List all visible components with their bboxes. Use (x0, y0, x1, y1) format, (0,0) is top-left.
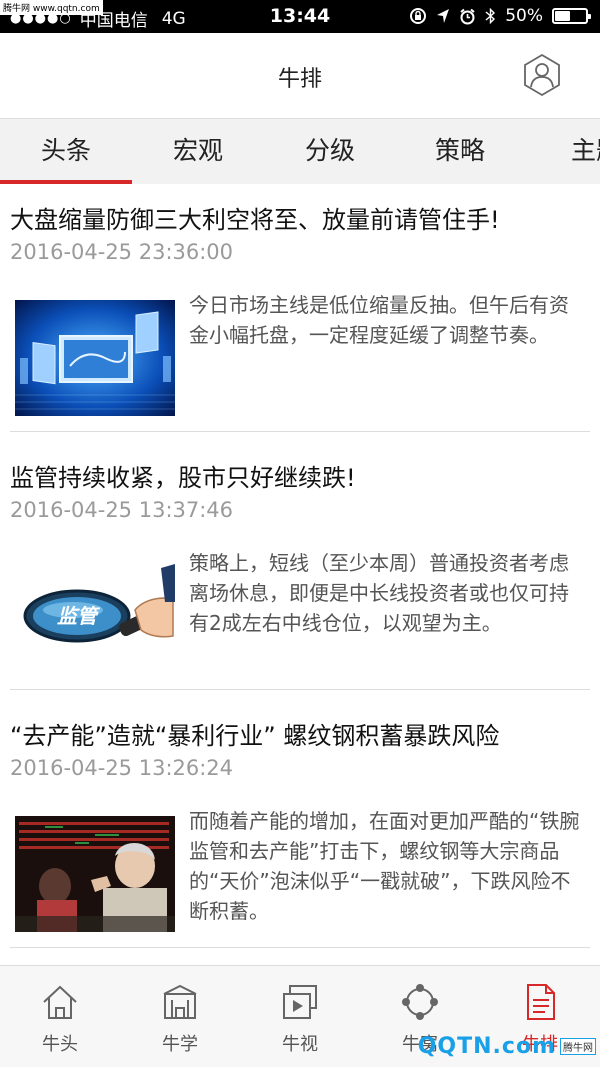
tab-zhuti[interactable]: 主题 (530, 119, 600, 184)
article-date: 2016-04-25 23:36:00 (10, 240, 234, 264)
watermark-top: 腾牛网 www.qqtn.com (0, 0, 103, 15)
article-item[interactable]: 大盘缩量防御三大利空将至、放量前请管住手! 2016-04-25 23:36:0… (0, 200, 600, 430)
tab-celue[interactable]: 策略 (394, 119, 526, 184)
profile-button[interactable] (522, 53, 562, 97)
article-thumbnail[interactable] (15, 300, 175, 416)
article-item[interactable]: “去产能”造就“暴利行业” 螺纹钢积蓄暴跌风险 2016-04-25 13:26… (0, 716, 600, 946)
rotation-lock-icon (410, 8, 427, 24)
article-headline[interactable]: 监管持续收紧，股市只好继续跌! (10, 458, 356, 493)
article-summary: 今日市场主线是低位缩量反抽。但午后有资金小幅托盘，一定程度延缓了调整节奏。 (189, 293, 569, 347)
divider (10, 947, 590, 948)
status-bar: 腾牛网 www.qqtn.com ●●●●○ 中国电信 4G 13:44 50% (0, 0, 600, 33)
thumbnail-text: 监管 (57, 604, 101, 628)
nav-label: 牛视 (282, 1034, 318, 1055)
article-summary: 策略上，短线（至少本周）普通投资者考虑离场休息，即便是中长线投资者或也仅可持有2… (189, 551, 569, 635)
video-play-icon (283, 985, 317, 1019)
divider (10, 431, 590, 432)
nav-label: 牛头 (42, 1034, 78, 1055)
magnifier-supervision-image: 监管 (15, 558, 175, 674)
active-tab-indicator (0, 180, 132, 184)
article-date: 2016-04-25 13:37:46 (10, 498, 234, 522)
watermark-tag: 腾牛网 (560, 1037, 596, 1055)
page-title: 牛排 (277, 67, 322, 92)
article-thumbnail[interactable] (15, 816, 175, 932)
location-icon (437, 9, 450, 23)
monitor-screens-image (15, 300, 175, 416)
watermark-logo-text: QQTN.com (417, 1033, 556, 1059)
bluetooth-icon (485, 7, 496, 25)
divider (10, 689, 590, 690)
alarm-icon (460, 8, 475, 24)
battery-icon (552, 8, 591, 24)
article-headline[interactable]: “去产能”造就“暴利行业” 螺纹钢积蓄暴跌风险 (10, 716, 499, 751)
school-building-icon (163, 984, 197, 1019)
nav-niushi[interactable]: 牛视 (240, 966, 360, 1067)
article-date: 2016-04-25 13:26:24 (10, 756, 234, 780)
stock-investor-photo (15, 816, 175, 932)
tab-toutiao[interactable]: 头条 (0, 119, 132, 184)
nav-niuxue[interactable]: 牛学 (120, 966, 240, 1067)
nav-label: 牛学 (162, 1034, 198, 1055)
community-network-icon (402, 984, 438, 1020)
tab-hongguan[interactable]: 宏观 (132, 119, 264, 184)
article-headline[interactable]: 大盘缩量防御三大利空将至、放量前请管住手! (10, 200, 500, 235)
document-list-icon (527, 984, 555, 1020)
category-tab-bar: 头条 宏观 分级 策略 主题 (0, 118, 600, 184)
article-thumbnail[interactable]: 监管 (15, 558, 175, 674)
home-icon (43, 985, 77, 1019)
battery-percent: 50% (505, 6, 543, 26)
tab-fenji[interactable]: 分级 (264, 119, 396, 184)
article-summary: 而随着产能的增加，在面对更加严酷的“铁腕监管和去产能”打击下，螺纹钢等大宗商品的… (189, 809, 580, 923)
app-header: 牛排 (0, 33, 600, 118)
article-item[interactable]: 监管持续收紧，股市只好继续跌! 2016-04-25 13:37:46 监管 策… (0, 458, 600, 688)
nav-niutou[interactable]: 牛头 (0, 966, 120, 1067)
watermark-bottom: QQTN.com 腾牛网 (418, 1028, 596, 1064)
user-profile-icon (524, 53, 560, 97)
